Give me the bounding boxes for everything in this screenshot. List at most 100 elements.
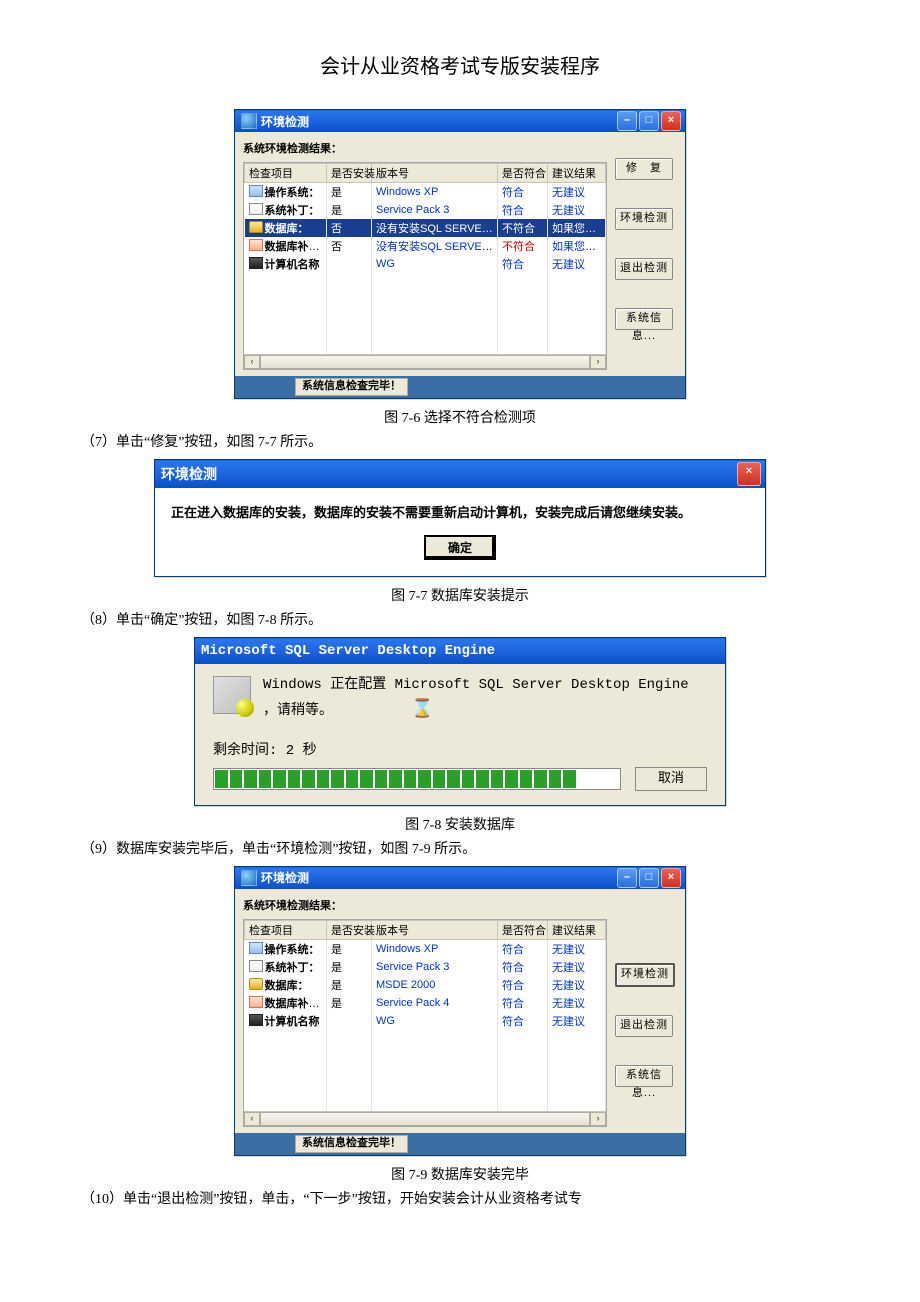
installer-message: Windows 正在配置 Microsoft SQL Server Deskto… [263, 676, 689, 723]
detect-button[interactable]: 环境检测 [615, 208, 673, 230]
table-row[interactable]: 数据库：否没有安装SQL SERVER 或者...不符合如果您没有 [245, 219, 606, 237]
installer-titlebar: Microsoft SQL Server Desktop Engine [195, 638, 725, 664]
table-row[interactable]: 系统补丁：是Service Pack 3符合无建议 [245, 958, 606, 976]
caption-7-7: 图 7-7 数据库安装提示 [60, 585, 860, 605]
detect-button[interactable]: 环境检测 [615, 963, 675, 987]
table-row [245, 1126, 606, 1127]
row-icon [249, 978, 263, 990]
table-row[interactable]: 数据库：是MSDE 2000符合无建议 [245, 976, 606, 994]
time-remaining: 剩余时间: 2 秒 [213, 739, 707, 759]
scroll-right-icon[interactable]: › [590, 355, 606, 369]
table-row [245, 289, 606, 305]
close-button[interactable]: × [661, 868, 681, 888]
table-row [245, 1062, 606, 1078]
table-row [245, 1078, 606, 1094]
maximize-button[interactable]: □ [639, 868, 659, 888]
row-icon [249, 960, 263, 972]
status-bar: 系统信息检查完毕！ [235, 376, 685, 398]
para-10: （10）单击“退出检测”按钮，单击，“下一步”按钮，开始安装会计从业资格考试专 [60, 1188, 860, 1208]
row-icon [249, 239, 263, 251]
row-icon [249, 1014, 263, 1026]
result-label: 系统环境检测结果： [243, 897, 607, 913]
table-row[interactable]: 计算机名称WG符合无建议 [245, 255, 606, 273]
col-version: 版本号 [372, 164, 498, 183]
row-icon [249, 203, 263, 215]
scroll-left-icon[interactable]: ‹ [244, 355, 260, 369]
installer-icon [213, 676, 251, 714]
progress-segment [346, 770, 359, 788]
progress-segment [578, 770, 591, 788]
maximize-button[interactable]: □ [639, 111, 659, 131]
table-header-row: 检查项目 是否安装 版本号 是否符合 建议结果 [245, 164, 606, 183]
row-icon [249, 221, 263, 233]
table-row [245, 305, 606, 321]
cancel-button[interactable]: 取消 [635, 767, 707, 791]
row-icon [249, 996, 263, 1008]
col-item: 检查项目 [245, 920, 327, 939]
progress-bar [213, 768, 621, 790]
col-installed: 是否安装 [327, 164, 372, 183]
sysinfo-button[interactable]: 系统信息... [615, 308, 673, 330]
window-titlebar: 环境检测 – □ × [235, 867, 685, 889]
repair-button[interactable]: 修 复 [615, 158, 673, 180]
status-bar: 系统信息检查完毕！ [235, 1133, 685, 1155]
progress-segment [549, 770, 562, 788]
scroll-left-icon[interactable]: ‹ [244, 1112, 260, 1126]
hourglass-icon: ⌛ [411, 698, 427, 723]
col-version: 版本号 [372, 920, 498, 939]
close-button[interactable]: × [661, 111, 681, 131]
progress-segment [418, 770, 431, 788]
table-row [245, 1094, 606, 1110]
minimize-button[interactable]: – [617, 868, 637, 888]
table-row[interactable]: 数据库补丁：是Service Pack 4符合无建议 [245, 994, 606, 1012]
sysinfo-button[interactable]: 系统信息... [615, 1065, 673, 1087]
dialog-titlebar: 环境检测 × [155, 460, 765, 488]
window-titlebar: 环境检测 – □ × [235, 110, 685, 132]
progress-segment [404, 770, 417, 788]
horizontal-scrollbar[interactable]: ‹ › [244, 354, 606, 369]
scroll-thumb[interactable] [260, 1112, 590, 1126]
results-table: 检查项目 是否安装 版本号 是否符合 建议结果 操作系统：是Windows XP… [243, 919, 607, 1127]
progress-segment [592, 770, 605, 788]
caption-7-6: 图 7-6 选择不符合检测项 [60, 407, 860, 427]
table-row[interactable]: 数据库补丁：否没有安装SQL SERVER的补丁不符合如果您要安 [245, 237, 606, 255]
caption-7-9: 图 7-9 数据库安装完毕 [60, 1164, 860, 1184]
table-row[interactable]: 操作系统：是Windows XP符合无建议 [245, 183, 606, 202]
figure-7-9: 环境检测 – □ × 系统环境检测结果： 检查项目 是否安装 版本号 [60, 866, 860, 1156]
minimize-button[interactable]: – [617, 111, 637, 131]
ok-button[interactable]: 确定 [424, 535, 496, 560]
scroll-thumb[interactable] [260, 355, 590, 369]
exit-button[interactable]: 退出检测 [615, 1015, 673, 1037]
scroll-right-icon[interactable]: › [590, 1112, 606, 1126]
dialog-message: 正在进入数据库的安装，数据库的安装不需要重新启动计算机，安装完成后请您继续安装。 [171, 502, 749, 521]
progress-segment [607, 770, 620, 788]
horizontal-scrollbar[interactable]: ‹ › [244, 1111, 606, 1126]
app-icon [241, 113, 257, 129]
progress-segment [476, 770, 489, 788]
result-label: 系统环境检测结果： [243, 140, 607, 156]
col-advice: 建议结果 [548, 164, 606, 183]
table-row[interactable]: 计算机名称WG符合无建议 [245, 1012, 606, 1030]
status-text: 系统信息检查完毕！ [295, 1135, 408, 1153]
progress-segment [462, 770, 475, 788]
table-row [245, 337, 606, 353]
col-item: 检查项目 [245, 164, 327, 183]
table-row[interactable]: 系统补丁：是Service Pack 3符合无建议 [245, 201, 606, 219]
progress-segment [273, 770, 286, 788]
exit-button[interactable]: 退出检测 [615, 258, 673, 280]
figure-7-7: 环境检测 × 正在进入数据库的安装，数据库的安装不需要重新启动计算机，安装完成后… [60, 459, 860, 577]
table-row [245, 273, 606, 289]
status-text: 系统信息检查完毕！ [295, 378, 408, 396]
window-title: 环境检测 [261, 869, 617, 886]
close-button[interactable]: × [737, 462, 761, 486]
progress-segment [389, 770, 402, 788]
progress-segment [375, 770, 388, 788]
dialog-title: 环境检测 [161, 464, 737, 484]
progress-segment [215, 770, 228, 788]
table-row[interactable]: 操作系统：是Windows XP符合无建议 [245, 939, 606, 958]
row-icon [249, 942, 263, 954]
progress-segment [491, 770, 504, 788]
progress-segment [520, 770, 533, 788]
col-match: 是否符合 [498, 164, 548, 183]
page-title: 会计从业资格考试专版安装程序 [60, 50, 860, 79]
